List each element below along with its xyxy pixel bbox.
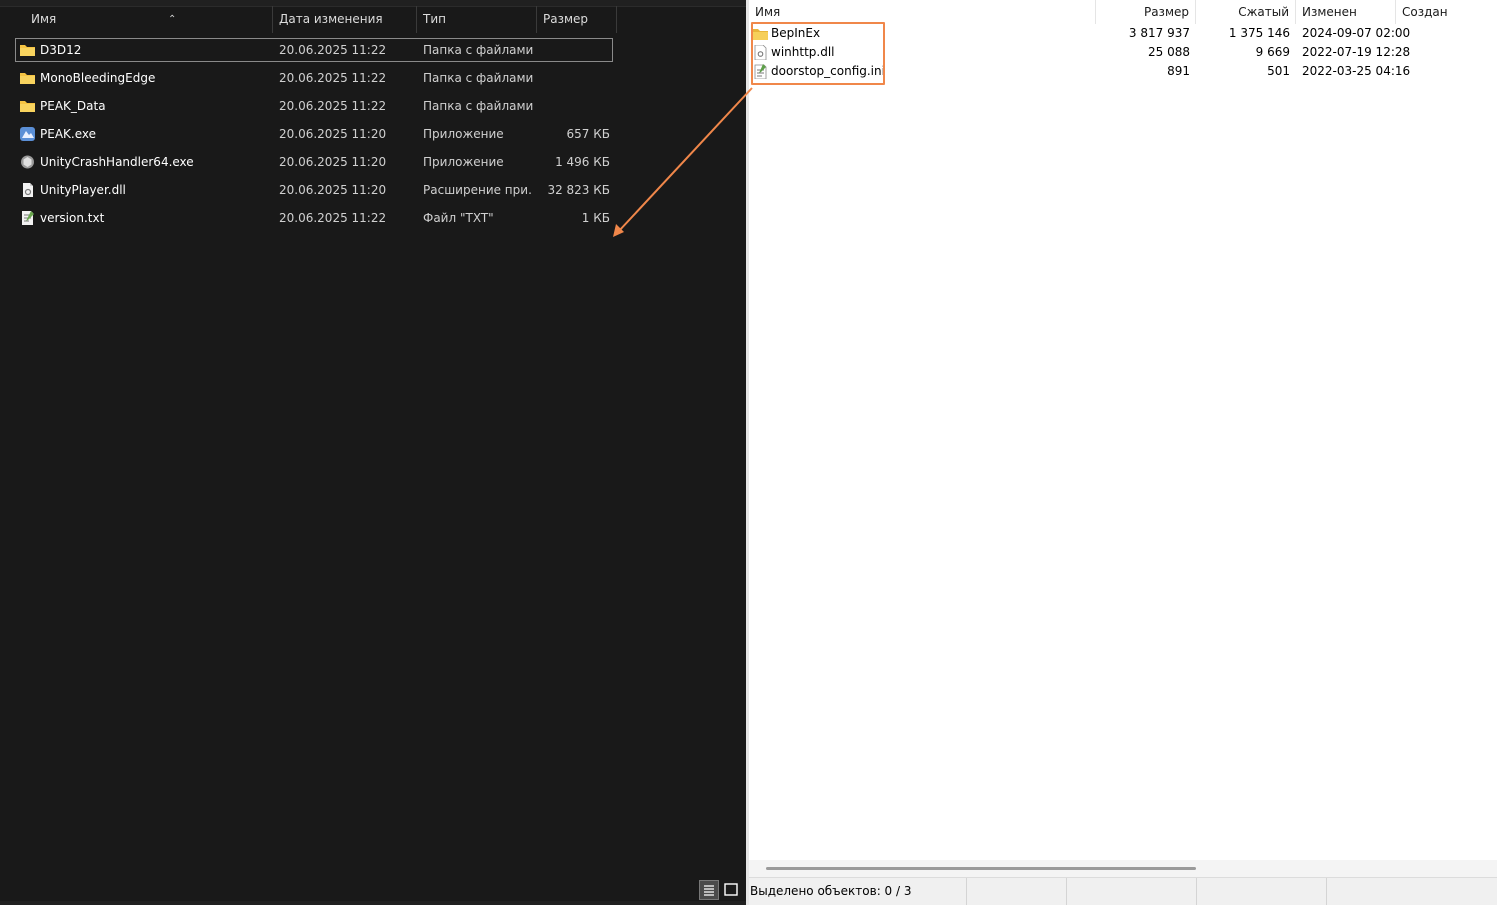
archive-file-packed: 9 669 xyxy=(1255,45,1290,59)
archive-column-size[interactable]: Размер xyxy=(1096,0,1196,24)
file-row[interactable]: UnityPlayer.dll 20.06.2025 11:20 Расшире… xyxy=(15,178,613,202)
file-name: D3D12 xyxy=(40,43,82,57)
archive-file-packed: 1 375 146 xyxy=(1228,26,1290,40)
file-row[interactable]: D3D12 20.06.2025 11:22 Папка с файлами xyxy=(15,38,613,62)
ini-file-icon xyxy=(754,64,767,79)
file-type: Папка с файлами xyxy=(423,43,533,57)
file-row[interactable]: version.txt 20.06.2025 11:22 Файл "TXT" … xyxy=(15,206,613,230)
folder-icon xyxy=(20,101,35,112)
column-header-name-label: Имя xyxy=(31,12,57,26)
archive-file-size: 3 817 937 xyxy=(1128,26,1190,40)
file-size: 1 496 КБ xyxy=(555,155,610,169)
file-size xyxy=(539,39,610,61)
file-name: version.txt xyxy=(40,211,105,225)
file-size xyxy=(539,95,610,117)
unity-icon xyxy=(21,155,34,169)
archive-column-created-label: Создан xyxy=(1402,5,1448,19)
large-icons-view-button[interactable] xyxy=(721,880,741,900)
column-header-date[interactable]: Дата изменения xyxy=(273,6,417,33)
file-row[interactable]: PEAK_Data 20.06.2025 11:22 Папка с файла… xyxy=(15,94,613,118)
column-header-type[interactable]: Тип xyxy=(417,6,537,33)
file-explorer-pane: Имя ⌃ Дата изменения Тип Размер D3D12 20… xyxy=(0,0,746,905)
sort-ascending-icon: ⌃ xyxy=(168,14,177,25)
file-type: Приложение xyxy=(423,155,504,169)
archive-file-modified: 2022-03-25 04:16 xyxy=(1302,64,1411,78)
file-row[interactable]: UnityCrashHandler64.exe 20.06.2025 11:20… xyxy=(15,150,613,174)
file-name: PEAK_Data xyxy=(40,99,106,113)
status-segment xyxy=(1197,878,1327,905)
archive-file-modified: 2022-07-19 12:28 xyxy=(1302,45,1411,59)
file-size xyxy=(539,67,610,89)
file-date: 20.06.2025 11:20 xyxy=(279,183,387,197)
archive-row[interactable]: doorstop_config.ini 891 501 2022-03-25 0… xyxy=(749,62,1497,81)
archive-file-modified: 2024-09-07 02:00 xyxy=(1302,26,1411,40)
archive-pane: Имя Размер Сжатый Изменен Создан BepInEx… xyxy=(749,0,1497,905)
column-header-type-label: Тип xyxy=(423,12,446,26)
column-header-size[interactable]: Размер xyxy=(537,6,617,33)
column-header-size-label: Размер xyxy=(543,12,589,26)
view-mode-switcher xyxy=(697,880,743,900)
file-type: Расширение при... xyxy=(423,183,533,197)
file-date: 20.06.2025 11:22 xyxy=(279,71,387,85)
file-date: 20.06.2025 11:22 xyxy=(279,211,387,225)
file-date: 20.06.2025 11:22 xyxy=(279,99,387,113)
file-type: Приложение xyxy=(423,127,504,141)
dll-file-icon xyxy=(754,45,767,60)
archive-file-packed: 501 xyxy=(1267,64,1290,78)
file-date: 20.06.2025 11:22 xyxy=(279,43,387,57)
archive-file-size: 25 088 xyxy=(1148,45,1190,59)
screen: Имя ⌃ Дата изменения Тип Размер D3D12 20… xyxy=(0,0,1497,905)
folder-icon xyxy=(20,73,35,84)
archive-column-size-label: Размер xyxy=(1143,5,1189,19)
dll-file-icon xyxy=(23,183,33,197)
file-type: Папка с файлами xyxy=(423,71,533,85)
archive-row[interactable]: winhttp.dll 25 088 9 669 2022-07-19 12:2… xyxy=(749,43,1497,62)
column-header-name[interactable]: Имя ⌃ xyxy=(25,6,273,33)
horizontal-scrollbar-thumb[interactable] xyxy=(766,867,1196,870)
file-type: Файл "TXT" xyxy=(423,211,494,225)
archive-column-header: Имя Размер Сжатый Изменен Создан xyxy=(749,0,1497,24)
status-segment xyxy=(1067,878,1197,905)
file-name: UnityCrashHandler64.exe xyxy=(40,155,194,169)
file-name: UnityPlayer.dll xyxy=(40,183,126,197)
archive-column-created[interactable]: Создан xyxy=(1396,0,1497,24)
archive-column-modified[interactable]: Изменен xyxy=(1296,0,1396,24)
archive-column-packed[interactable]: Сжатый xyxy=(1196,0,1296,24)
column-header-date-label: Дата изменения xyxy=(279,12,383,26)
archive-column-modified-label: Изменен xyxy=(1302,5,1357,19)
folder-icon xyxy=(753,29,768,40)
explorer-column-header: Имя ⌃ Дата изменения Тип Размер xyxy=(0,6,746,33)
app-icon xyxy=(20,127,35,141)
archive-column-name-label: Имя xyxy=(755,5,781,19)
archive-file-size: 891 xyxy=(1167,64,1190,78)
file-size: 657 КБ xyxy=(566,127,610,141)
status-bar: Выделено объектов: 0 / 3 xyxy=(749,877,1497,905)
details-view-icon xyxy=(704,885,714,896)
file-name: PEAK.exe xyxy=(40,127,96,141)
file-size: 1 КБ xyxy=(581,211,610,225)
file-type: Папка с файлами xyxy=(423,99,533,113)
status-selected-count: Выделено объектов: 0 / 3 xyxy=(749,878,967,905)
file-size: 32 823 КБ xyxy=(547,183,610,197)
archive-column-packed-label: Сжатый xyxy=(1238,5,1289,19)
archive-column-name[interactable]: Имя xyxy=(749,0,1096,24)
archive-file-name: winhttp.dll xyxy=(771,45,835,59)
file-date: 20.06.2025 11:20 xyxy=(279,127,387,141)
file-name: MonoBleedingEdge xyxy=(40,71,156,85)
archive-file-name: doorstop_config.ini xyxy=(771,64,885,78)
text-file-icon xyxy=(22,211,34,225)
file-row[interactable]: MonoBleedingEdge 20.06.2025 11:22 Папка … xyxy=(15,66,613,90)
horizontal-scrollbar[interactable] xyxy=(749,860,1497,877)
large-icons-view-icon xyxy=(724,883,738,896)
file-row[interactable]: PEAK.exe 20.06.2025 11:20 Приложение 657… xyxy=(15,122,613,146)
file-date: 20.06.2025 11:20 xyxy=(279,155,387,169)
archive-row[interactable]: BepInEx 3 817 937 1 375 146 2024-09-07 0… xyxy=(749,24,1497,43)
details-view-button[interactable] xyxy=(699,880,719,900)
explorer-bottom-border xyxy=(0,901,746,905)
folder-icon xyxy=(20,45,35,56)
status-segment xyxy=(967,878,1067,905)
archive-file-name: BepInEx xyxy=(771,26,821,40)
